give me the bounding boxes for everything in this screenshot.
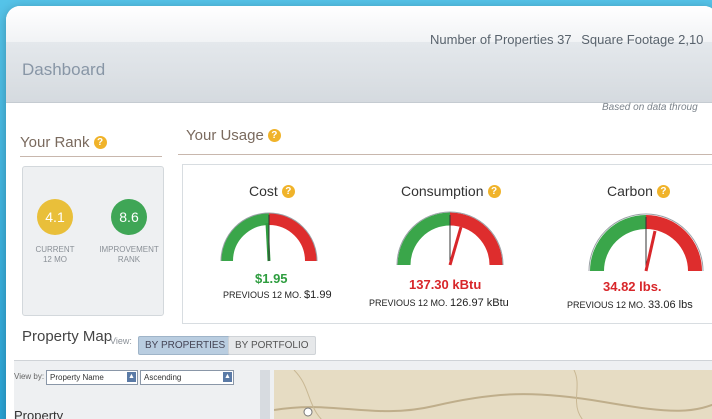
help-icon[interactable]: ? xyxy=(281,185,295,198)
usage-heading-text: Your Usage xyxy=(186,127,264,144)
consumption-title-text: Consumption xyxy=(401,183,484,199)
usage-box: Cost? $1.95 PREVIOUS 12 MO. $1.99 Consum… xyxy=(182,164,712,324)
sort-field-value: Property Name xyxy=(50,373,104,382)
by-portfolio-button[interactable]: BY PORTFOLIO xyxy=(228,336,316,355)
consumption-gauge-title: Consumption? xyxy=(401,183,501,199)
property-list-heading: Property xyxy=(14,408,64,419)
square-footage: Square Footage 2,10 xyxy=(581,32,704,47)
gauge-needle xyxy=(448,226,463,266)
consumption-gauge xyxy=(396,211,504,266)
usage-heading: Your Usage? xyxy=(186,127,281,144)
gauge-needle xyxy=(644,230,657,272)
carbon-previous-value: 33.06 lbs xyxy=(648,299,693,311)
page-title: Dashboard xyxy=(22,60,106,79)
improvement-rank-label-line2: RANK xyxy=(117,255,141,264)
header-stats: Number of Properties 37 Square Footage 2… xyxy=(430,32,709,47)
dashboard-panel: Dashboard Number of Properties 37 Square… xyxy=(6,6,712,419)
usage-divider xyxy=(178,154,712,155)
help-icon[interactable]: ? xyxy=(267,129,281,142)
screen: Dashboard Number of Properties 37 Square… xyxy=(0,0,712,419)
carbon-value: 34.82 lbs. xyxy=(603,279,662,294)
consumption-previous-value: 126.97 kBtu xyxy=(450,297,509,309)
cost-previous: PREVIOUS 12 MO. $1.99 xyxy=(223,289,332,301)
carbon-gauge xyxy=(588,213,704,272)
rank-heading-text: Your Rank xyxy=(20,134,90,151)
map-marker xyxy=(303,407,313,417)
improvement-rank-badge: 8.6 xyxy=(111,199,147,235)
list-scrollbar[interactable] xyxy=(260,370,270,419)
current-rank-value: 4.1 xyxy=(45,209,65,225)
carbon-title-text: Carbon xyxy=(607,183,653,199)
consumption-previous-label: PREVIOUS 12 MO. xyxy=(369,298,448,308)
properties-count: Number of Properties 37 xyxy=(430,32,572,47)
cost-gauge xyxy=(220,212,318,262)
cost-previous-value: $1.99 xyxy=(304,289,332,301)
current-rank-badge: 4.1 xyxy=(37,199,73,235)
view-by-label: View by: xyxy=(14,372,45,381)
improvement-rank-label-line1: IMPROVEMENT xyxy=(99,245,159,254)
cost-title-text: Cost xyxy=(249,183,278,199)
page-header xyxy=(6,42,712,103)
cost-previous-label: PREVIOUS 12 MO. xyxy=(223,290,302,300)
property-map[interactable] xyxy=(273,369,712,419)
chevron-down-icon: ▲ xyxy=(223,372,232,382)
sort-order-select[interactable]: Ascending ▲ xyxy=(140,370,234,385)
rank-box: 4.1 CURRENT 12 MO 8.6 IMPROVEMENT RANK xyxy=(22,166,164,316)
property-map-heading: Property Map xyxy=(22,328,113,345)
current-rank-label-line1: CURRENT xyxy=(35,245,75,254)
by-properties-button[interactable]: BY PROPERTIES xyxy=(138,336,233,355)
improvement-rank-label: IMPROVEMENT RANK xyxy=(93,245,165,265)
current-rank-label-line2: 12 MO xyxy=(42,255,67,264)
map-graphic xyxy=(273,369,712,419)
improvement-rank-value: 8.6 xyxy=(119,209,139,225)
carbon-gauge-title: Carbon? xyxy=(607,183,670,199)
rank-divider xyxy=(20,156,162,157)
carbon-previous-label: PREVIOUS 12 MO. xyxy=(567,300,646,310)
help-icon[interactable]: ? xyxy=(487,185,501,198)
help-icon[interactable]: ? xyxy=(656,185,670,198)
rank-heading: Your Rank? xyxy=(20,134,107,151)
consumption-value: 137.30 kBtu xyxy=(409,277,482,292)
chevron-down-icon: ▲ xyxy=(127,372,136,382)
sort-order-value: Ascending xyxy=(144,373,182,382)
help-icon[interactable]: ? xyxy=(93,136,107,149)
cost-gauge-title: Cost? xyxy=(249,183,295,199)
carbon-previous: PREVIOUS 12 MO. 33.06 lbs xyxy=(567,299,693,311)
consumption-previous: PREVIOUS 12 MO. 126.97 kBtu xyxy=(369,297,509,309)
based-on-note: Based on data throug xyxy=(602,102,698,113)
cost-value: $1.95 xyxy=(255,271,288,286)
view-label: View: xyxy=(110,336,132,346)
sort-field-select[interactable]: Property Name ▲ xyxy=(46,370,138,385)
current-rank-label: CURRENT 12 MO xyxy=(27,245,83,265)
